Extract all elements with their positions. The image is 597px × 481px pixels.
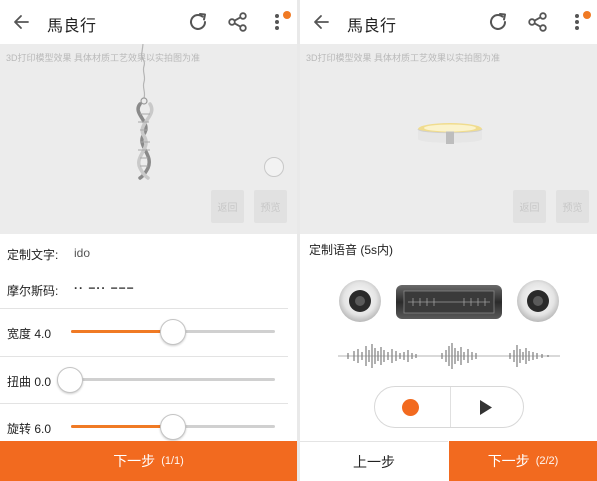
top-bar: 馬良行	[0, 0, 297, 44]
pendant-model	[136, 44, 154, 180]
audio-waveform	[338, 343, 560, 369]
back-arrow-icon[interactable]	[312, 11, 332, 33]
refresh-icon[interactable]	[487, 11, 509, 33]
viewer-back-button[interactable]: 返回	[211, 190, 244, 223]
viewer-back-button[interactable]: 返回	[513, 190, 546, 223]
twist-slider-thumb[interactable]	[57, 367, 83, 393]
model-viewer[interactable]: 3D打印模型效果 具体材质工艺效果以实拍图为准 返回 预览	[0, 44, 297, 234]
custom-voice-label: 定制语音 (5s内)	[309, 243, 394, 257]
rotate-slider-thumb[interactable]	[160, 414, 186, 440]
model-selector-button[interactable]	[264, 157, 284, 177]
top-bar: 馬良行	[300, 0, 597, 44]
custom-text-label: 定制文字:	[7, 248, 59, 262]
next-step-label: 下一步	[487, 453, 530, 469]
record-button[interactable]	[402, 399, 419, 416]
page-title: 馬良行	[47, 18, 97, 35]
next-step-progress: (2/2)	[535, 455, 559, 467]
notification-badge	[583, 11, 591, 19]
share-icon[interactable]	[227, 11, 249, 33]
record-control	[374, 386, 524, 428]
next-step-button[interactable]: 下一步 (1/1)	[0, 441, 297, 481]
next-step-button[interactable]: 下一步 (2/2)	[449, 441, 597, 481]
previous-step-button[interactable]: 上一步	[300, 441, 448, 481]
divider	[450, 387, 451, 427]
rotate-slider-fill	[71, 425, 173, 428]
twist-slider[interactable]	[71, 378, 275, 381]
cassette-tape-icon	[339, 280, 559, 322]
render-disclaimer: 3D打印模型效果 具体材质工艺效果以实拍图为准	[6, 53, 201, 63]
morse-code-label: 摩尔斯码:	[7, 284, 59, 298]
twist-label: 扭曲 0.0	[7, 375, 52, 389]
width-slider-fill	[71, 330, 173, 333]
notification-badge	[283, 11, 291, 19]
custom-text-value[interactable]: ido	[74, 246, 90, 260]
twist-slider-row: 扭曲 0.0	[0, 357, 297, 403]
custom-text-row[interactable]: 定制文字: ido	[0, 234, 297, 271]
width-slider-row: 宽度 4.0	[0, 309, 297, 356]
play-icon[interactable]	[479, 399, 493, 416]
width-slider-thumb[interactable]	[160, 319, 186, 345]
model-viewer[interactable]: 3D打印模型效果 具体材质工艺效果以实拍图为准 返回 预览	[300, 44, 597, 234]
morse-code-value: ·· −·· −−−	[74, 281, 135, 295]
back-arrow-icon[interactable]	[12, 11, 32, 33]
rotate-label: 旋转 6.0	[7, 422, 52, 436]
page-title: 馬良行	[347, 18, 397, 35]
viewer-preview-button[interactable]: 预览	[556, 190, 589, 223]
width-label: 宽度 4.0	[7, 327, 52, 341]
refresh-icon[interactable]	[187, 11, 209, 33]
morse-code-row: 摩尔斯码: ·· −·· −−−	[0, 272, 297, 308]
next-step-label: 下一步	[113, 453, 156, 469]
viewer-preview-button[interactable]: 预览	[254, 190, 287, 223]
customize-panel-step2: 馬良行 3D打印模型效果 具体材质工艺效果以实拍图为准 返回 预览 定制语音 (…	[300, 0, 597, 481]
rotate-slider-row: 旋转 6.0	[0, 404, 297, 442]
customize-panel-step1: 馬良行 3D打印模型效果 具体材质工艺效果以实拍图为准 返回 预览 定制文字: …	[0, 0, 297, 481]
next-step-progress: (1/1)	[161, 455, 184, 467]
render-disclaimer: 3D打印模型效果 具体材质工艺效果以实拍图为准	[306, 53, 501, 63]
ring-model	[417, 123, 483, 144]
share-icon[interactable]	[527, 11, 549, 33]
